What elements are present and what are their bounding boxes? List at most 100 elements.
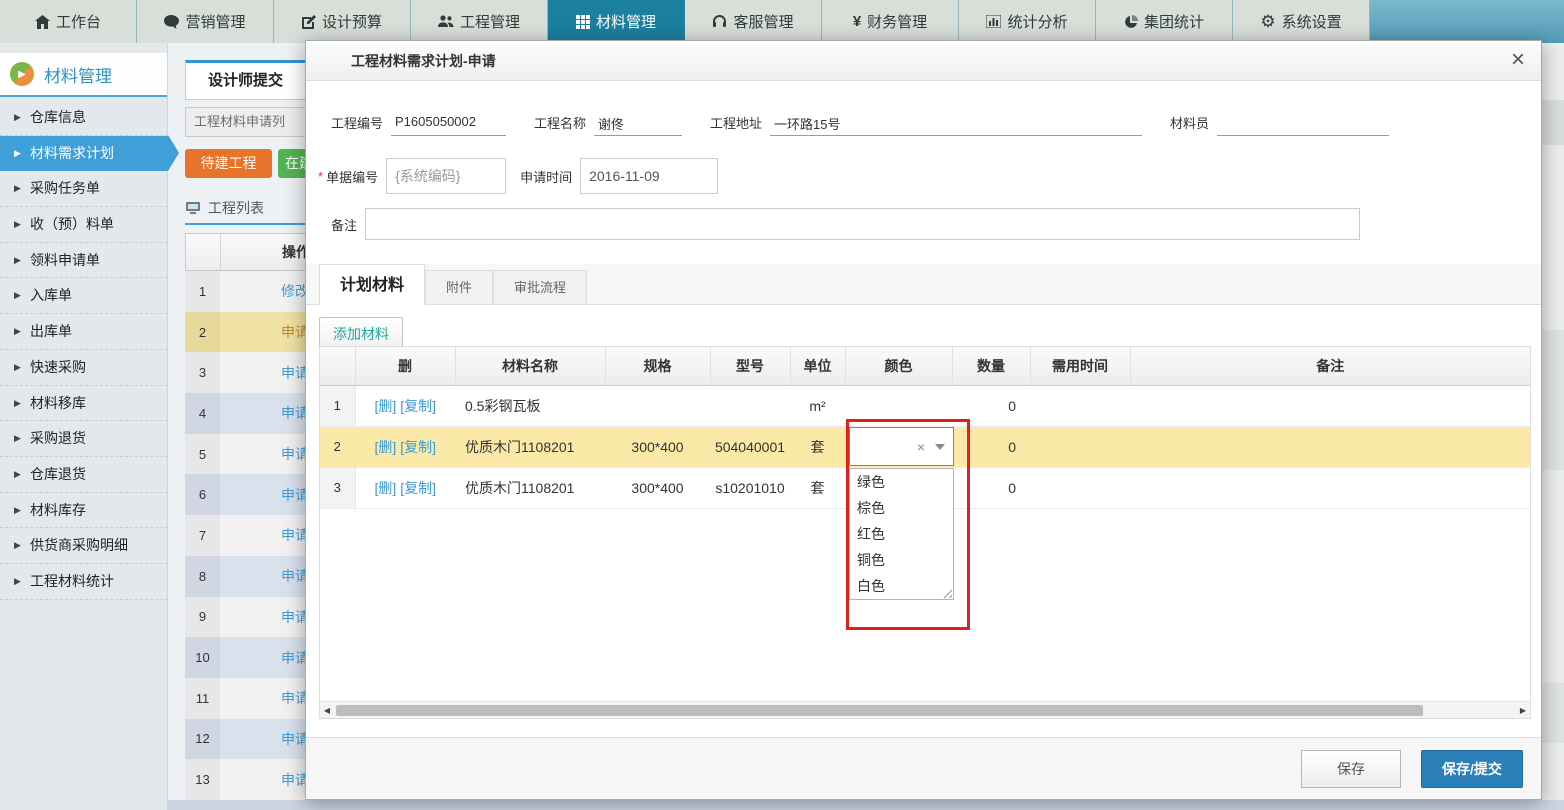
row-number: 1 [185,271,220,312]
sidebar-item-3[interactable]: ▶采购任务单 [0,171,168,207]
material-row-1: 1[删] [复制]0.5彩钢瓦板m²0 [320,385,1530,426]
clear-selection-icon[interactable]: × [917,439,925,455]
chart-icon [986,15,1001,28]
scrollbar-thumb[interactable] [336,705,1423,716]
sidebar-item-6[interactable]: ▶入库单 [0,278,168,314]
material-plan-dialog: 工程材料需求计划-申请 × 工程编号 P1605050002 工程名称 谢佟 工… [305,40,1542,800]
background-filter-bar[interactable]: 工程材料申请列 [185,107,308,137]
doc-no-label: 单据编号 [326,167,378,186]
model: 504040001 [710,426,790,467]
apply-time-label: 申请时间 [520,167,572,186]
nav-tab-9[interactable]: 集团统计 [1096,0,1233,43]
column-header: 单位 [790,347,845,385]
spec: 300*400 [605,426,710,467]
nav-tab-10[interactable]: ⚙系统设置 [1233,0,1370,43]
color-option-5[interactable]: 白色 [850,573,953,599]
quantity[interactable]: 0 [952,467,1030,508]
sidebar-item-2[interactable]: ▶材料需求计划 [0,136,168,172]
need-time[interactable] [1030,467,1130,508]
project-name-label: 工程名称 [534,113,586,132]
color-option-2[interactable]: 棕色 [850,495,953,521]
save-submit-button[interactable]: 保存/提交 [1421,750,1523,788]
color-option-4[interactable]: 铜色 [850,547,953,573]
material-name: 优质木门1108201 [455,467,605,508]
project-addr-field[interactable]: 一环路15号 [770,114,1142,136]
chat-icon [164,15,179,29]
copy-link[interactable]: [复制] [400,480,436,496]
sidebar-item-4[interactable]: ▶收（预）料单 [0,207,168,243]
color-option-1[interactable]: 绿色 [850,469,953,495]
dialog-tab-2[interactable]: 附件 [425,270,493,304]
column-header: 型号 [710,347,790,385]
nav-tab-1[interactable]: 工作台 [0,0,137,43]
chevron-down-icon[interactable] [935,444,945,450]
scroll-left-icon[interactable]: ◀ [320,706,334,715]
dialog-tab-3[interactable]: 审批流程 [493,270,587,304]
sidebar-item-7[interactable]: ▶出库单 [0,314,168,350]
row-number: 13 [185,759,220,800]
row-number: 9 [185,597,220,638]
row-number: 1 [320,385,355,426]
clerk-label: 材料员 [1170,113,1209,132]
remark[interactable] [1130,426,1530,467]
caret-right-icon: ▶ [14,421,21,457]
quantity[interactable]: 0 [952,426,1030,467]
sidebar-item-11[interactable]: ▶仓库退货 [0,457,168,493]
remark-input[interactable] [365,208,1360,240]
caret-right-icon: ▶ [14,493,21,529]
color-select[interactable]: × [849,427,954,466]
nav-tab-6[interactable]: 客服管理 [685,0,822,43]
app-screen: 工作台营销管理设计预算工程管理材料管理客服管理¥财务管理统计分析集团统计⚙系统设… [0,0,1564,810]
project-name-field[interactable]: 谢佟 [594,114,682,136]
background-page-tab[interactable]: 设计师提交 [185,60,308,100]
yen-icon: ¥ [853,14,861,29]
nav-tab-8[interactable]: 统计分析 [959,0,1096,43]
close-icon[interactable]: × [1511,47,1525,73]
need-time[interactable] [1030,426,1130,467]
dialog-tab-1[interactable]: 计划材料 [319,264,425,305]
apply-time-input[interactable] [580,158,718,194]
sidebar-item-12[interactable]: ▶材料库存 [0,493,168,529]
nav-tab-3[interactable]: 设计预算 [274,0,411,43]
nav-tab-7[interactable]: ¥财务管理 [822,0,959,43]
doc-no-input[interactable] [386,158,506,194]
column-header: 规格 [605,347,710,385]
unit: 套 [790,467,845,508]
nav-tab-5[interactable]: 材料管理 [548,0,685,43]
horizontal-scrollbar[interactable]: ◀ ▶ [320,701,1530,718]
project-no-field[interactable]: P1605050002 [391,114,506,136]
sidebar: ▶ 材料管理 ▶仓库信息▶材料需求计划▶采购任务单▶收（预）料单▶领料申请单▶入… [0,43,168,810]
inprogress-projects-button[interactable]: 在建 [278,149,308,178]
nav-tab-2[interactable]: 营销管理 [137,0,274,43]
save-button[interactable]: 保存 [1301,750,1401,788]
nav-tab-4[interactable]: 工程管理 [411,0,548,43]
sidebar-item-5[interactable]: ▶领料申请单 [0,243,168,279]
grid-icon [576,15,590,29]
column-header: 材料名称 [455,347,605,385]
caret-right-icon: ▶ [14,243,21,279]
copy-link[interactable]: [复制] [400,398,436,414]
sidebar-item-1[interactable]: ▶仓库信息 [0,100,168,136]
required-mark: * [318,169,323,184]
remark[interactable] [1130,385,1530,426]
monitor-icon [185,201,201,215]
sidebar-item-8[interactable]: ▶快速采购 [0,350,168,386]
quantity[interactable]: 0 [952,385,1030,426]
pending-projects-button[interactable]: 待建工程 [185,149,272,178]
sidebar-item-9[interactable]: ▶材料移库 [0,386,168,422]
dialog-footer: 保存 保存/提交 [306,737,1541,799]
delete-link[interactable]: [删] [375,439,397,455]
color-option-3[interactable]: 红色 [850,521,953,547]
copy-link[interactable]: [复制] [400,439,436,455]
sidebar-item-14[interactable]: ▶工程材料统计 [0,564,168,600]
color-cell[interactable] [845,385,952,426]
row-number: 11 [185,678,220,719]
clerk-field[interactable] [1217,114,1389,136]
delete-link[interactable]: [删] [375,480,397,496]
need-time[interactable] [1030,385,1130,426]
sidebar-item-10[interactable]: ▶采购退货 [0,421,168,457]
sidebar-item-13[interactable]: ▶供货商采购明细 [0,528,168,564]
delete-link[interactable]: [删] [375,398,397,414]
scroll-right-icon[interactable]: ▶ [1516,706,1530,715]
remark[interactable] [1130,467,1530,508]
